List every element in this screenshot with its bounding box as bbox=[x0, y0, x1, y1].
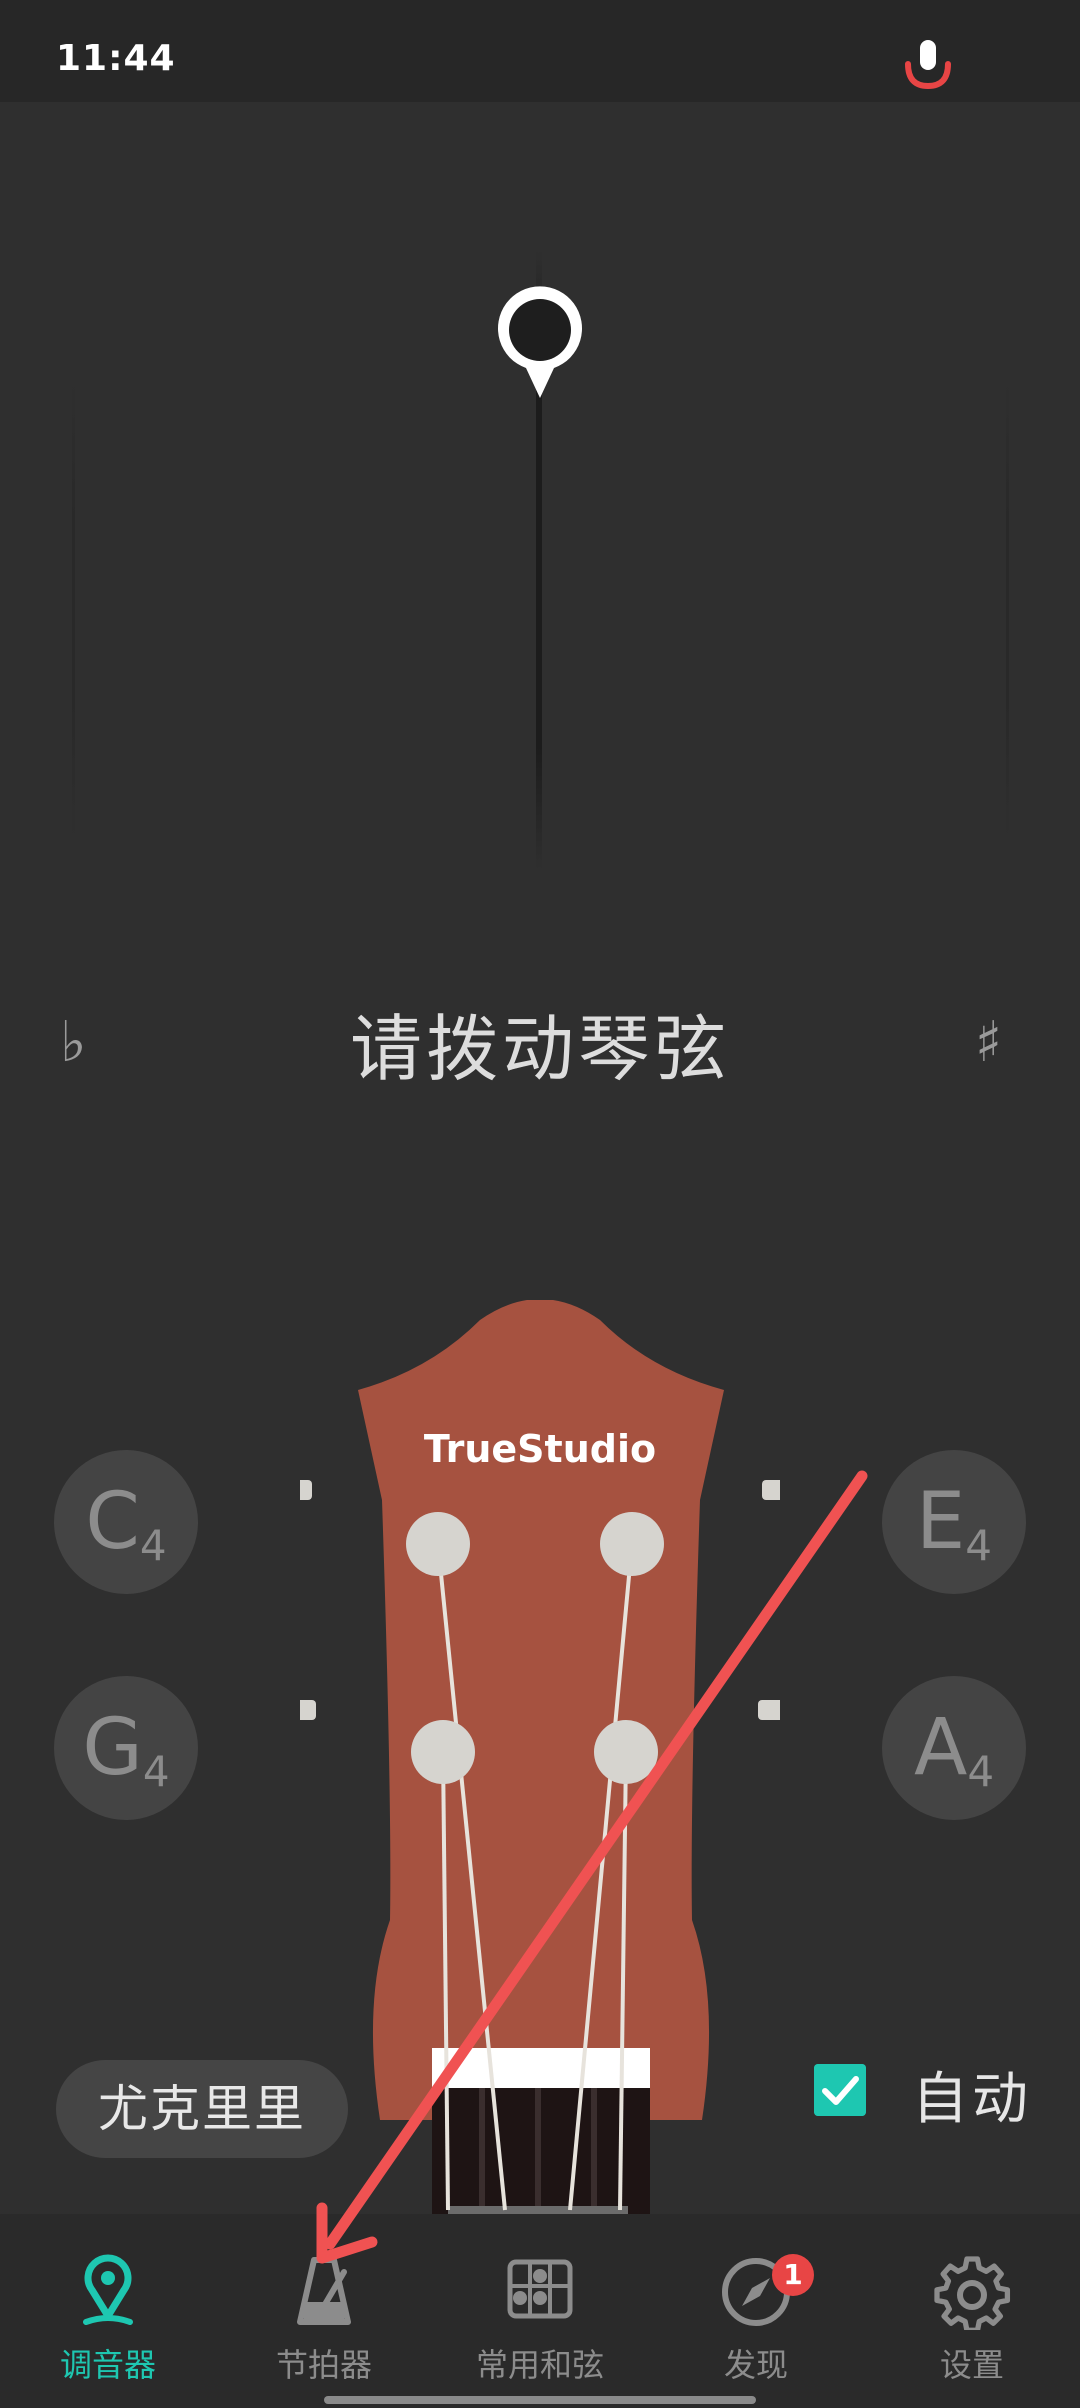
gear-icon bbox=[934, 2256, 1011, 2330]
string-octave: 4 bbox=[967, 1747, 995, 1796]
status-time: 11:44 bbox=[56, 38, 176, 79]
brand-logo: TrueStudio bbox=[424, 1427, 656, 1471]
string-octave: 4 bbox=[139, 1521, 167, 1570]
nav-discover[interactable]: 1 发现 bbox=[648, 2214, 864, 2408]
nav-label: 常用和弦 bbox=[475, 2346, 604, 2384]
string-a4-button[interactable]: A4 bbox=[882, 1676, 1026, 1820]
nav-label: 设置 bbox=[939, 2346, 1004, 2384]
string-g4-button[interactable]: G4 bbox=[54, 1676, 198, 1820]
nav-tuner[interactable]: 调音器 bbox=[0, 2214, 216, 2408]
metronome-icon bbox=[297, 2257, 351, 2325]
chord-chart-icon bbox=[507, 2259, 573, 2319]
string-octave: 4 bbox=[142, 1747, 170, 1796]
notification-badge: 1 bbox=[772, 2254, 814, 2296]
meter-right-guide bbox=[1006, 380, 1009, 840]
string-note: G bbox=[82, 1703, 143, 1793]
bottom-nav: 调音器 节拍器 常用和弦 1 发现 设置 bbox=[0, 2214, 1080, 2408]
status-bar: 11:44 bbox=[0, 0, 1080, 102]
meter-left-guide bbox=[72, 380, 75, 840]
pitch-indicator-icon bbox=[498, 286, 582, 398]
string-c4-button[interactable]: C4 bbox=[54, 1450, 198, 1594]
microphone-icon bbox=[905, 40, 951, 90]
tuner-pin-icon bbox=[83, 2254, 133, 2325]
nav-label: 发现 bbox=[723, 2346, 788, 2384]
nav-settings[interactable]: 设置 bbox=[864, 2214, 1080, 2408]
auto-checkbox[interactable] bbox=[814, 2064, 866, 2116]
string-note: C bbox=[85, 1477, 140, 1567]
nav-label: 调音器 bbox=[59, 2346, 156, 2384]
instrument-selector-button[interactable]: 尤克里里 bbox=[56, 2060, 348, 2158]
tuner-prompt: 请拨动琴弦 bbox=[349, 1007, 730, 1091]
home-indicator[interactable] bbox=[324, 2396, 756, 2404]
nav-label: 节拍器 bbox=[275, 2346, 372, 2384]
string-note: A bbox=[913, 1703, 968, 1793]
sharp-indicator: ♯ bbox=[975, 1010, 1003, 1075]
ukulele-headstock: TrueStudio bbox=[300, 1300, 780, 2220]
string-note: E bbox=[915, 1477, 966, 1567]
auto-label[interactable]: 自动 bbox=[912, 2054, 1032, 2135]
nav-metronome[interactable]: 节拍器 bbox=[216, 2214, 432, 2408]
string-e4-button[interactable]: E4 bbox=[882, 1450, 1026, 1594]
string-octave: 4 bbox=[965, 1521, 993, 1570]
nav-chords[interactable]: 常用和弦 bbox=[432, 2214, 648, 2408]
